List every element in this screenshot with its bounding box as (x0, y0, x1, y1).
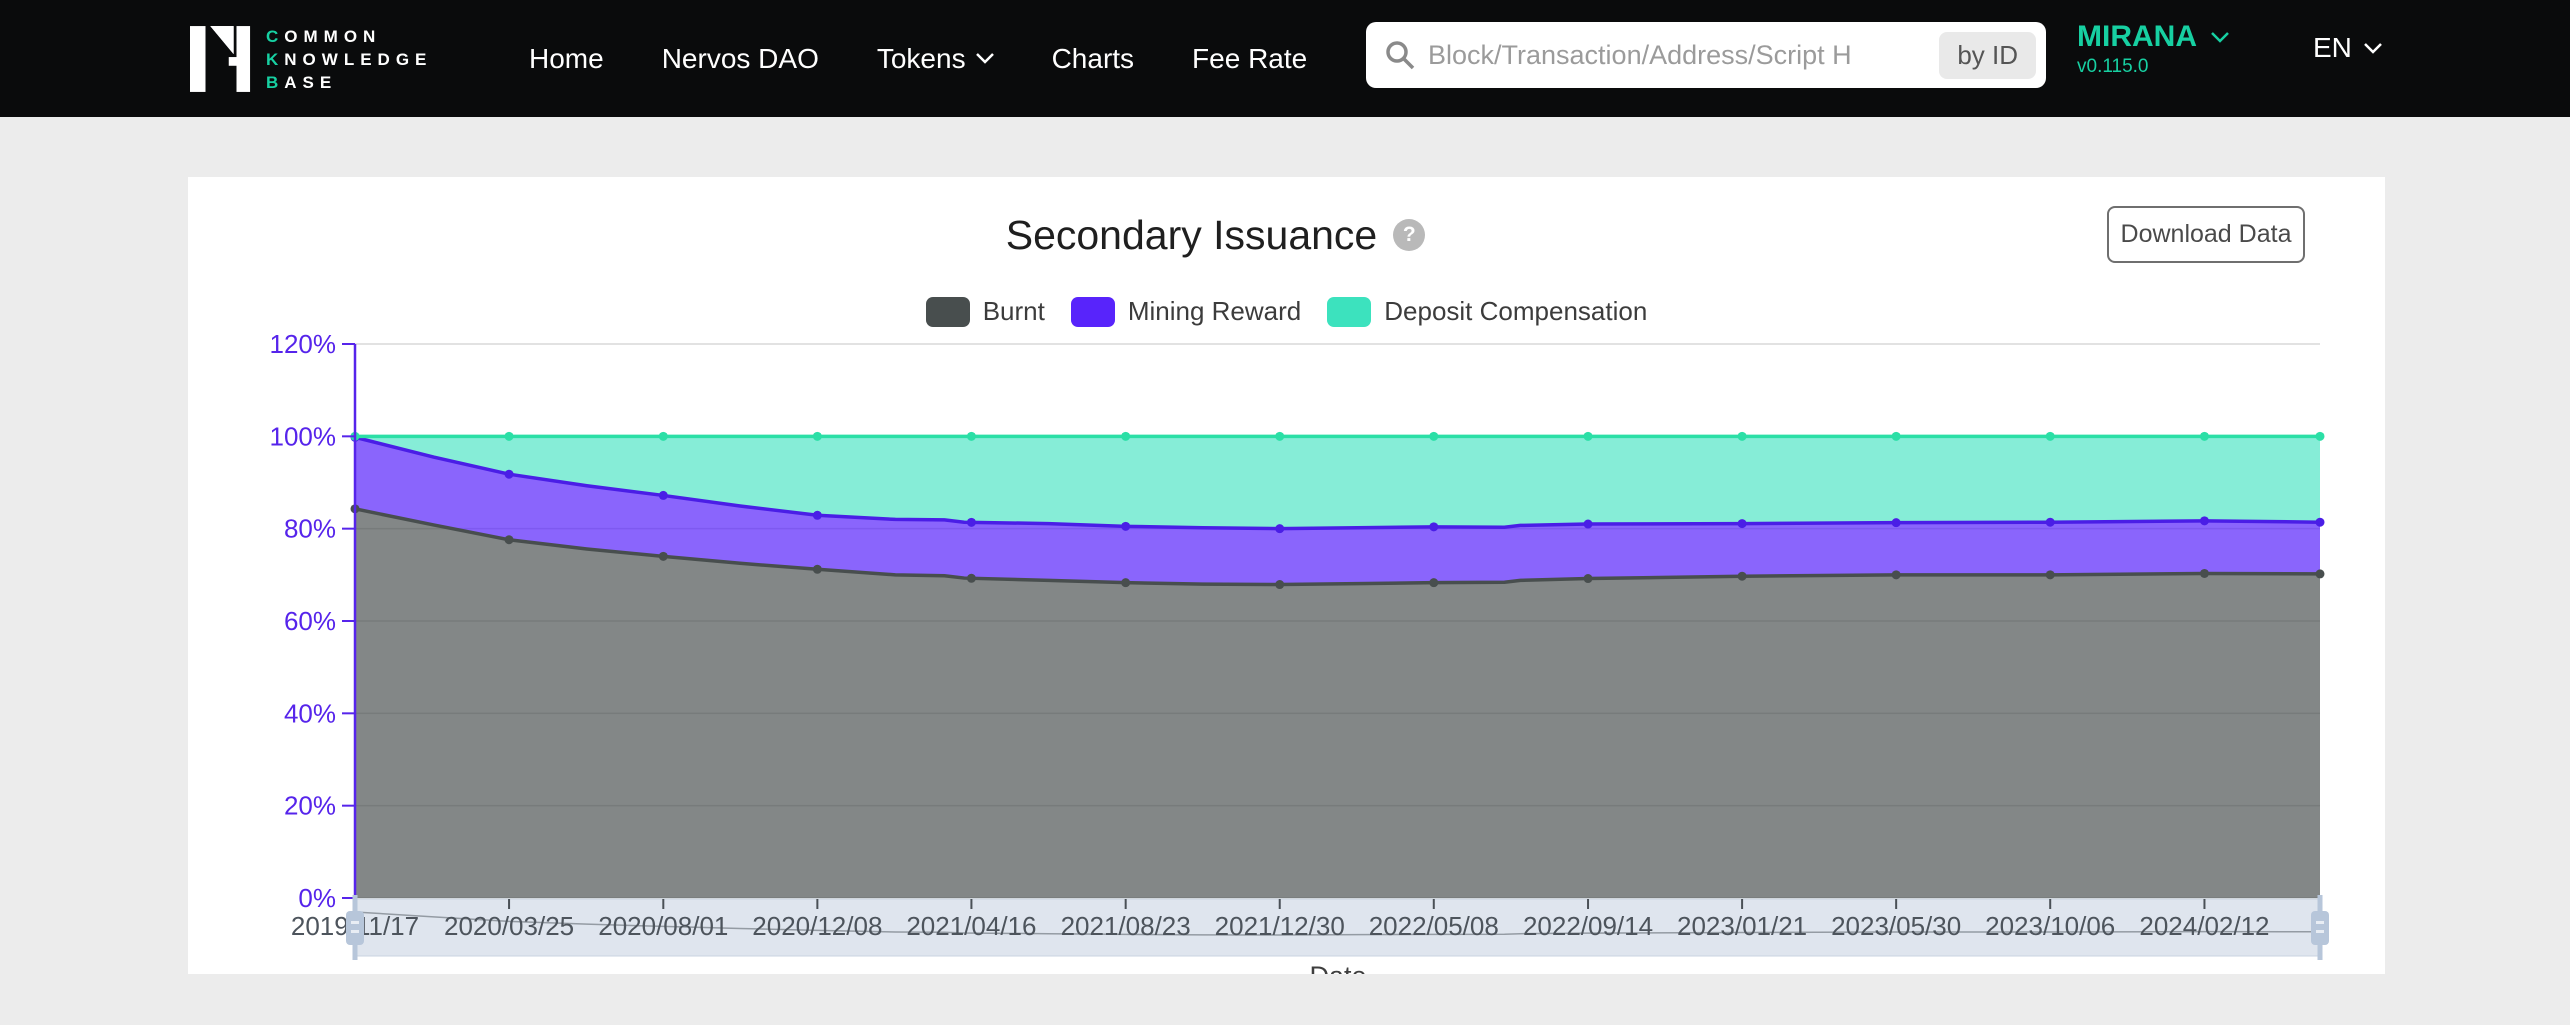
data-point (2200, 516, 2209, 525)
nervos-logo-icon (190, 22, 252, 96)
global-search: by ID (1366, 22, 2046, 88)
x-axis-label: 2020/03/25 (444, 911, 574, 941)
data-point (813, 432, 822, 441)
y-axis-label: 80% (284, 514, 336, 544)
language-label: EN (2313, 32, 2352, 64)
data-point (1892, 570, 1901, 579)
data-point (659, 432, 668, 441)
ckb-logo[interactable]: COMMON KNOWLEDGE BASE (190, 22, 432, 96)
data-point (1738, 432, 1747, 441)
data-point (1584, 574, 1593, 583)
data-point (1275, 580, 1284, 589)
network-selector[interactable]: MIRANA v0.115.0 (2077, 20, 2229, 78)
legend-item-mining-reward[interactable]: Mining Reward (1071, 296, 1301, 327)
data-point (1429, 432, 1438, 441)
x-axis-label: 2024/02/12 (2139, 911, 2269, 941)
y-axis-label: 20% (284, 791, 336, 821)
chevron-down-icon (2364, 43, 2382, 54)
data-point (2316, 518, 2325, 527)
data-point (2046, 518, 2055, 527)
search-by-id-button[interactable]: by ID (1939, 32, 2036, 79)
data-point (813, 565, 822, 574)
help-icon[interactable]: ? (1393, 219, 1425, 251)
data-point (2046, 432, 2055, 441)
data-point (1738, 572, 1747, 581)
x-axis-label: 2020/08/01 (598, 911, 728, 941)
data-point (1584, 520, 1593, 529)
data-point (967, 518, 976, 527)
chevron-down-icon (976, 53, 994, 64)
logo-wordmark: COMMON KNOWLEDGE BASE (266, 25, 432, 94)
nav-item-nervos-dao[interactable]: Nervos DAO (662, 43, 819, 75)
data-point (1429, 578, 1438, 587)
x-axis-title: Date (1309, 961, 1366, 974)
data-point (1121, 432, 1130, 441)
chevron-down-icon (2211, 32, 2229, 43)
language-selector[interactable]: EN (2313, 32, 2382, 64)
x-axis-label: 2021/04/16 (906, 911, 1036, 941)
network-name: MIRANA (2077, 20, 2197, 54)
x-axis-label: 2023/01/21 (1677, 911, 1807, 941)
data-point (2200, 432, 2209, 441)
y-axis-label: 60% (284, 606, 336, 636)
legend-swatch-deposit-compensation (1327, 297, 1371, 327)
nav-item-tokens[interactable]: Tokens (877, 43, 994, 75)
data-point (967, 432, 976, 441)
network-version: v0.115.0 (2077, 56, 2229, 78)
data-point (2200, 569, 2209, 578)
x-axis-label: 2021/08/23 (1061, 911, 1191, 941)
x-axis-label: 2023/05/30 (1831, 911, 1961, 941)
legend-item-deposit-compensation[interactable]: Deposit Compensation (1327, 296, 1647, 327)
chart-title-row: Secondary Issuance ? (188, 207, 2314, 263)
data-point (505, 432, 514, 441)
top-navbar: COMMON KNOWLEDGE BASE Home Nervos DAO To… (0, 0, 2570, 117)
search-icon (1384, 39, 1416, 71)
data-point (659, 552, 668, 561)
nav-item-fee-rate[interactable]: Fee Rate (1192, 43, 1307, 75)
x-axis-label: 2022/05/08 (1369, 911, 1499, 941)
data-point (1738, 519, 1747, 528)
data-point (1121, 522, 1130, 531)
data-point (1121, 578, 1130, 587)
x-axis-label: 2020/12/08 (752, 911, 882, 941)
legend-swatch-burnt (926, 297, 970, 327)
data-point (2316, 432, 2325, 441)
data-point (1584, 432, 1593, 441)
page-title: Secondary Issuance (1006, 212, 1378, 259)
data-point (505, 535, 514, 544)
main-nav: Home Nervos DAO Tokens Charts Fee Rate (529, 0, 1307, 117)
y-axis-label: 40% (284, 698, 336, 728)
data-point (1892, 518, 1901, 527)
data-point (505, 470, 514, 479)
data-point (967, 574, 976, 583)
x-axis-label: 2023/10/06 (1985, 911, 2115, 941)
y-axis-label: 100% (270, 421, 337, 451)
download-data-button[interactable]: Download Data (2107, 206, 2305, 263)
legend-item-burnt[interactable]: Burnt (926, 296, 1045, 327)
legend-swatch-mining-reward (1071, 297, 1115, 327)
chart-card: 0%20%40%60%80%100%120%2019/11/172020/03/… (188, 177, 2385, 974)
y-axis-label: 120% (270, 329, 337, 359)
data-point (1275, 432, 1284, 441)
data-point (2046, 570, 2055, 579)
data-point (1892, 432, 1901, 441)
nav-item-home[interactable]: Home (529, 43, 604, 75)
data-point (1275, 524, 1284, 533)
y-axis-label: 0% (298, 883, 336, 913)
search-input[interactable] (1428, 40, 1939, 71)
data-point (813, 511, 822, 520)
data-point (1429, 522, 1438, 531)
nav-item-charts[interactable]: Charts (1052, 43, 1134, 75)
x-axis-label: 2022/09/14 (1523, 911, 1653, 941)
chart-legend: Burnt Mining Reward Deposit Compensation (188, 296, 2385, 327)
data-point (2316, 569, 2325, 578)
x-axis-label: 2021/12/30 (1215, 911, 1345, 941)
data-point (659, 491, 668, 500)
